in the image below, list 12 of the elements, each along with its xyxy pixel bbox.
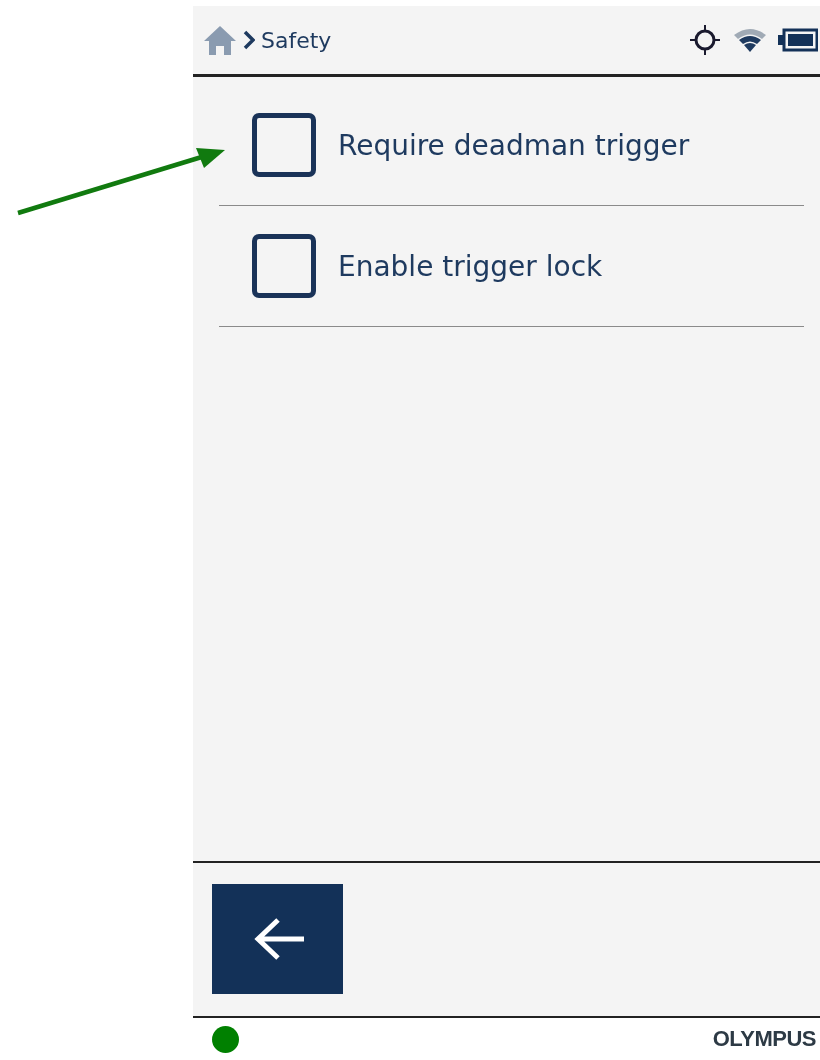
wifi-icon xyxy=(732,26,768,54)
option-label: Enable trigger lock xyxy=(338,249,603,283)
breadcrumb-title: Safety xyxy=(261,27,332,53)
checkbox[interactable] xyxy=(252,234,316,298)
gps-icon xyxy=(688,23,722,57)
back-button[interactable] xyxy=(212,884,343,994)
chevron-icon xyxy=(243,30,255,50)
brand-logo: OLYMPUS xyxy=(712,1026,816,1052)
checkbox[interactable] xyxy=(252,113,316,177)
home-icon[interactable] xyxy=(203,24,237,56)
battery-icon xyxy=(778,28,818,52)
option-label: Require deadman trigger xyxy=(338,128,690,162)
